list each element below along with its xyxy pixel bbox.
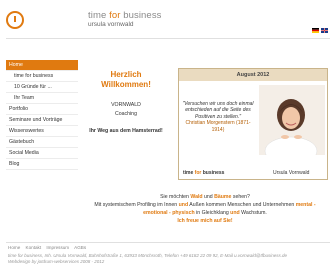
- quote-block: "Versuchen wir uns doch einmal entschied…: [182, 101, 254, 133]
- coaching-label: VORNWALD Coaching: [82, 101, 170, 119]
- brand-subtitle: ursula vornwald: [88, 21, 134, 28]
- intro-p-c: Außen kommen Menschen und Unternehmen: [188, 202, 296, 208]
- sidebar-item-10-gruende[interactable]: 10 Gründe für ...: [6, 82, 78, 93]
- coaching-line-1: VORNWALD: [111, 102, 141, 108]
- welcome-heading: Herzlich Willkommen!: [82, 70, 170, 90]
- intro-q-und: und: [202, 194, 215, 200]
- footer-link-home[interactable]: Home: [8, 245, 20, 250]
- footer-links: Home Kontakt Impressum AGBs: [8, 245, 90, 250]
- intro-p-f: und: [230, 210, 240, 216]
- coaching-line-2: Coaching: [115, 111, 137, 117]
- intro-p-g: Wachstum.: [239, 210, 267, 216]
- intro-q-baeume: Bäume: [214, 194, 232, 200]
- call-to-action-text: Ich freue mich auf Sie!: [177, 218, 233, 224]
- header-divider: [6, 38, 330, 39]
- footer-divider: [6, 242, 330, 243]
- panel-heading: August 2012: [179, 69, 327, 81]
- sidebar-item-wissenswertes[interactable]: Wissenswertes: [6, 126, 78, 137]
- quote-text: "Versuchen wir uns doch einmal entschied…: [182, 101, 254, 120]
- footer-link-impressum[interactable]: Impressum: [46, 245, 69, 250]
- portrait-image: [259, 85, 325, 155]
- brand-logo[interactable]: [6, 10, 78, 30]
- sidebar-nav: Home time for business 10 Gründe für ...…: [6, 60, 78, 170]
- panel-owner-name: Ursula Vornwald: [273, 170, 310, 176]
- sidebar-item-ihr-team[interactable]: Ihr Team: [6, 93, 78, 104]
- intro-p-a: Mit systemischem Profiling im Innen: [94, 202, 179, 208]
- brand-title: time for business: [88, 10, 162, 21]
- intro-q-wald: Wald: [190, 194, 203, 200]
- sidebar-item-social-media[interactable]: Social Media: [6, 148, 78, 159]
- footer-address: time for business, Inh. Ursula Vornwald,…: [8, 253, 332, 265]
- panel-brand-suffix: business: [201, 170, 225, 176]
- brand-title-suffix: business: [120, 10, 162, 21]
- intro-q-prefix: Sie möchten: [160, 194, 191, 200]
- sidebar-item-blog[interactable]: Blog: [6, 159, 78, 170]
- sidebar-item-time-for-business[interactable]: time for business: [6, 71, 78, 82]
- portrait-photo: [259, 85, 325, 155]
- english-flag-icon[interactable]: [321, 28, 328, 33]
- intro-p-e: in Gleichklang: [194, 210, 231, 216]
- intro-paragraph: Mit systemischem Profiling im Innen und …: [82, 201, 328, 217]
- clock-icon: [6, 11, 24, 29]
- sidebar-item-gaestebuch[interactable]: Gästebuch: [6, 137, 78, 148]
- footer-link-agbs[interactable]: AGBs: [74, 245, 86, 250]
- sidebar-item-seminare[interactable]: Seminare und Vorträge: [6, 115, 78, 126]
- german-flag-icon[interactable]: [312, 28, 319, 33]
- sidebar-item-home[interactable]: Home: [6, 60, 78, 71]
- footer-address-line-2[interactable]: Webdesign by jotdrum-webservices 2008 - …: [8, 259, 332, 265]
- panel-brand-logo: time for business: [183, 170, 224, 176]
- welcome-line-1: Herzlich: [110, 70, 142, 79]
- tagline: Ihr Weg aus dem Hamsterrad!: [89, 128, 163, 134]
- welcome-line-2: Willkommen!: [101, 80, 151, 89]
- intro-text: Sie möchten Wald und Bäume sehen? Mit sy…: [82, 193, 328, 225]
- footer-link-kontakt[interactable]: Kontakt: [26, 245, 42, 250]
- monthly-quote-panel: August 2012 "Versuchen wir uns doch einm…: [178, 68, 328, 180]
- sidebar-item-portfolio[interactable]: Portfolio: [6, 104, 78, 115]
- language-flags: [312, 28, 328, 33]
- panel-brand-prefix: time: [183, 170, 195, 176]
- intro-p-b: und: [178, 202, 189, 208]
- intro-question: Sie möchten Wald und Bäume sehen?: [82, 193, 328, 201]
- quote-author: Christian Morgenstern (1871-1914): [185, 120, 251, 133]
- brand-title-prefix: time: [88, 10, 110, 21]
- intro-q-suffix: sehen?: [231, 194, 250, 200]
- brand-title-highlight: for: [109, 10, 121, 21]
